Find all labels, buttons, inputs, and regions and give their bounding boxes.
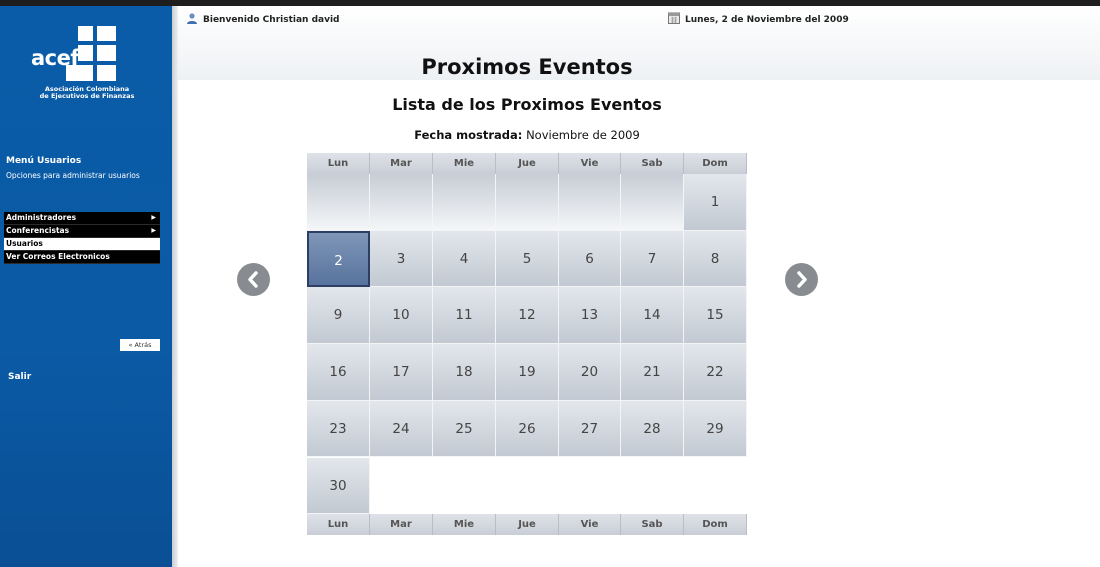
next-month-button[interactable] (785, 263, 818, 296)
sidebar: acef Asociación Colombiana de Ejecutivos… (0, 6, 172, 567)
menu-title: Menú Usuarios (6, 156, 82, 166)
calendar-day-7[interactable]: 7 (621, 230, 684, 288)
acef-logo: acef Asociación Colombiana de Ejecutivos… (28, 26, 148, 111)
calendar-day-30[interactable]: 30 (307, 457, 370, 515)
user-icon (187, 13, 197, 24)
weekday-header-bottom: Dom (684, 514, 747, 536)
sidebar-item-administradores[interactable]: Administradores ▶ (4, 212, 160, 225)
logout-link[interactable]: Salir (8, 372, 31, 382)
sidebar-divider (172, 6, 178, 567)
calendar-day-21[interactable]: 21 (621, 344, 684, 401)
calendar-day-19[interactable]: 19 (496, 344, 559, 401)
page-subtitle: Lista de los Proximos Eventos (392, 95, 662, 114)
calendar-day-24[interactable]: 24 (370, 400, 433, 458)
calendar-icon (668, 12, 680, 24)
weekday-header-top: Vie (559, 153, 621, 174)
weekday-header-bottom: Lun (307, 514, 370, 536)
sidebar-item-label: Conferencistas (6, 226, 70, 235)
sidebar-item-usuarios[interactable]: Usuarios (4, 238, 160, 251)
caret-right-icon: ▶ (151, 227, 156, 234)
calendar-day-25[interactable]: 25 (433, 400, 496, 458)
calendar-day-15[interactable]: 15 (684, 287, 747, 345)
calendar-day-26[interactable]: 26 (496, 400, 559, 458)
weekday-header-top: Dom (684, 153, 747, 174)
logo-subtitle: Asociación Colombiana de Ejecutivos de F… (39, 85, 135, 100)
calendar-empty-cell (559, 174, 621, 231)
weekday-header-top: Mar (370, 153, 433, 174)
calendar-day-18[interactable]: 18 (433, 344, 496, 401)
weekday-header-bottom: Jue (496, 514, 559, 536)
menu-description: Opciones para administrar usuarios (6, 171, 140, 180)
sidebar-item-label: Ver Correos Electronicos (6, 252, 110, 261)
weekday-header-top: Sab (621, 153, 684, 174)
calendar-day-8[interactable]: 8 (684, 230, 747, 288)
calendar-day-16[interactable]: 16 (307, 344, 370, 401)
calendar-grid: Lun Mar Mie Jue Vie Sab Dom 1 2 3 4 5 6 7 8 9 10 11 12 13 14… (307, 153, 747, 536)
page-title: Proximos Eventos (421, 55, 633, 79)
displayed-date-label: Fecha mostrada: (414, 128, 523, 142)
calendar-day-29[interactable]: 29 (684, 400, 747, 458)
current-date: Lunes, 2 de Noviembre del 2009 (668, 12, 849, 25)
calendar-day-22[interactable]: 22 (684, 344, 747, 401)
sidebar-item-ver-correos[interactable]: Ver Correos Electronicos (4, 251, 160, 264)
calendar-day-27[interactable]: 27 (559, 400, 621, 458)
sidebar-item-label: Usuarios (6, 239, 43, 248)
calendar-day-23[interactable]: 23 (307, 400, 370, 458)
caret-right-icon: ▶ (151, 214, 156, 221)
calendar-day-11[interactable]: 11 (433, 287, 496, 345)
calendar-empty-cell (621, 174, 684, 231)
weekday-header-bottom: Vie (559, 514, 621, 536)
calendar-empty-cell (307, 174, 370, 231)
chevron-left-icon (248, 271, 258, 288)
calendar-day-5[interactable]: 5 (496, 230, 559, 288)
calendar-day-4[interactable]: 4 (433, 230, 496, 288)
calendar-day-28[interactable]: 28 (621, 400, 684, 458)
back-button[interactable]: « Atrás (120, 339, 160, 351)
calendar-day-17[interactable]: 17 (370, 344, 433, 401)
weekday-header-top: Mie (433, 153, 496, 174)
chevron-right-icon (797, 271, 807, 288)
calendar-day-1[interactable]: 1 (684, 174, 747, 231)
sidebar-menu: Administradores ▶ Conferencistas ▶ Usuar… (4, 212, 160, 264)
calendar-day-6[interactable]: 6 (559, 230, 621, 288)
weekday-header-bottom: Sab (621, 514, 684, 536)
calendar-day-3[interactable]: 3 (370, 230, 433, 288)
calendar-day-12[interactable]: 12 (496, 287, 559, 345)
calendar-day-9[interactable]: 9 (307, 287, 370, 345)
calendar-day-20[interactable]: 20 (559, 344, 621, 401)
calendar-day-14[interactable]: 14 (621, 287, 684, 345)
weekday-header-top: Lun (307, 153, 370, 174)
date-text: Lunes, 2 de Noviembre del 2009 (685, 15, 849, 25)
displayed-date-value: Noviembre de 2009 (526, 128, 640, 142)
calendar-day-13[interactable]: 13 (559, 287, 621, 345)
displayed-date: Fecha mostrada: Noviembre de 2009 (308, 128, 746, 142)
calendar-day-2[interactable]: 2 (307, 230, 370, 288)
calendar-empty-cell (370, 174, 433, 231)
welcome-message: Bienvenido Christian david (186, 12, 339, 25)
welcome-text: Bienvenido Christian david (203, 15, 340, 25)
sidebar-item-conferencistas[interactable]: Conferencistas ▶ (4, 225, 160, 238)
calendar-empty-cell (496, 174, 559, 231)
calendar-empty-cell (433, 174, 496, 231)
sidebar-item-label: Administradores (6, 213, 77, 222)
weekday-header-bottom: Mar (370, 514, 433, 536)
weekday-header-top: Jue (496, 153, 559, 174)
calendar-day-10[interactable]: 10 (370, 287, 433, 345)
prev-month-button[interactable] (237, 263, 270, 296)
weekday-header-bottom: Mie (433, 514, 496, 536)
